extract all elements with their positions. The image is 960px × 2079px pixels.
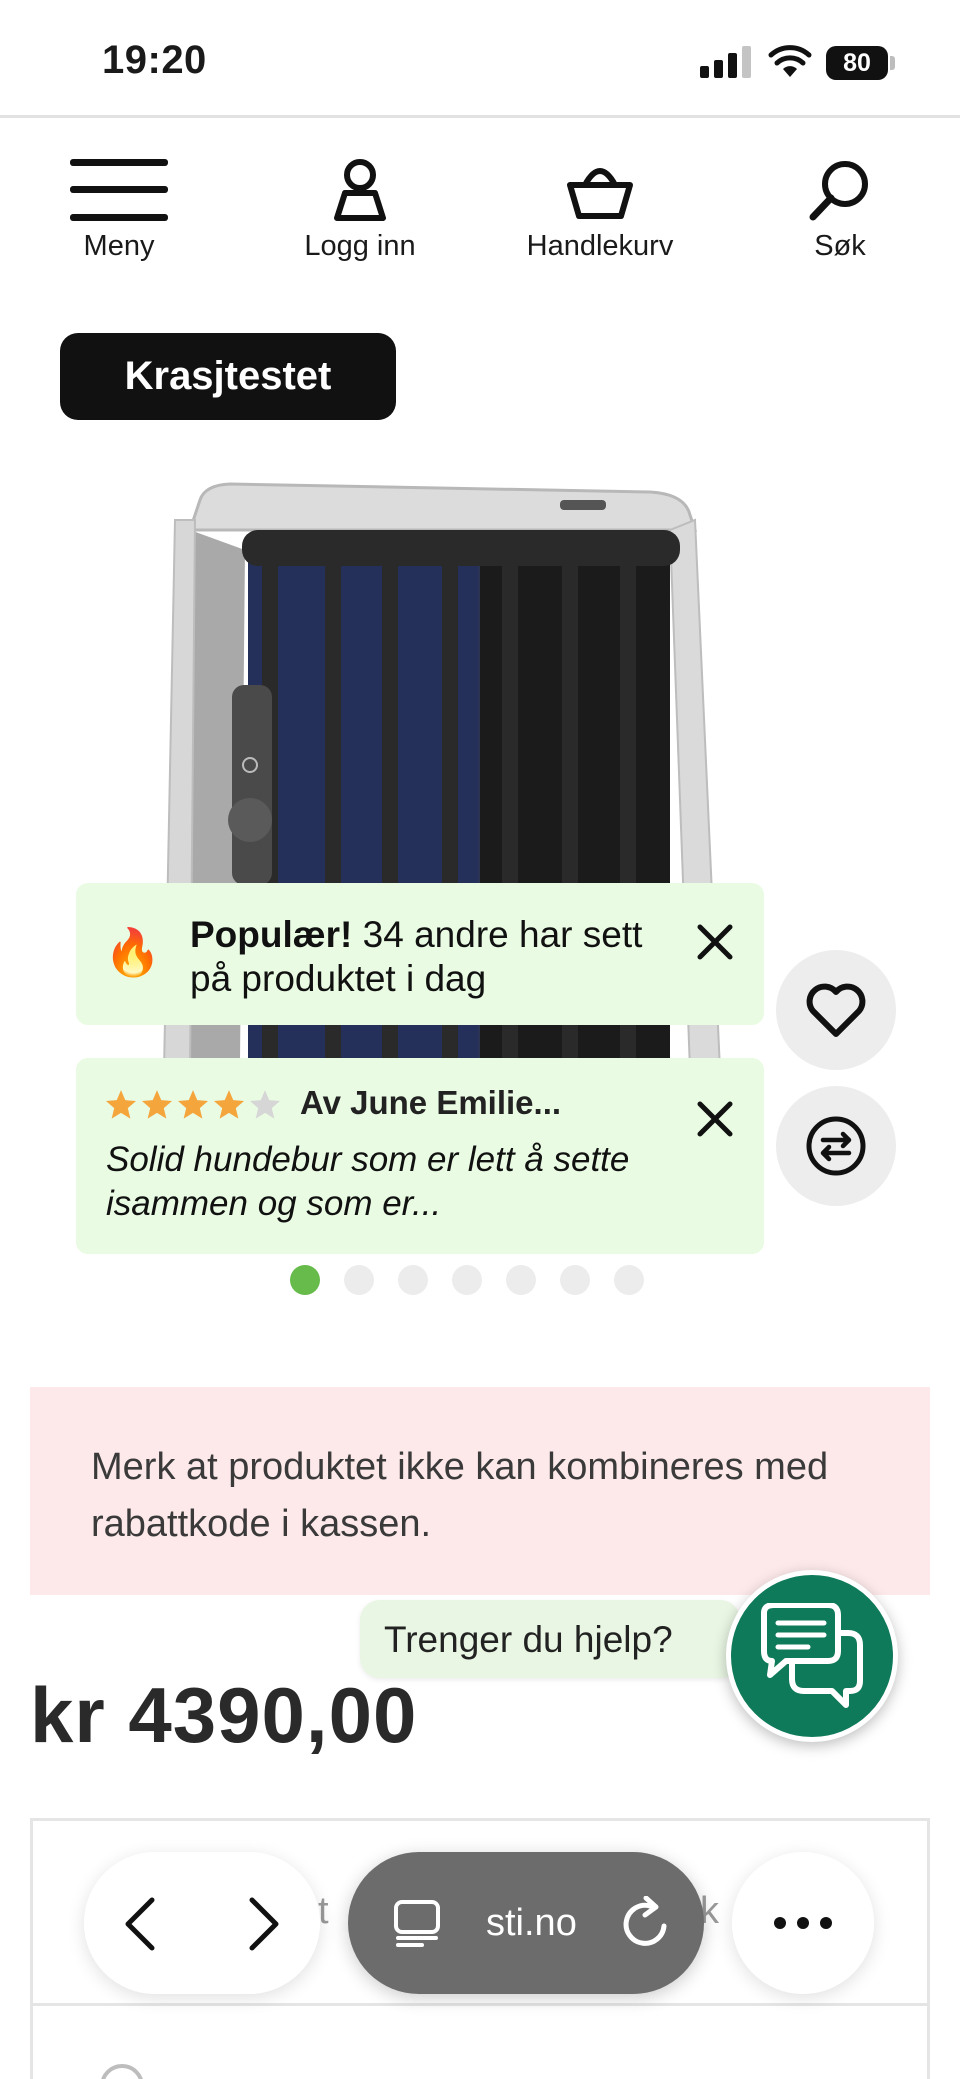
cart-button[interactable]: Handlekurv [500, 150, 700, 263]
chat-bubbles-icon [761, 1603, 863, 1708]
review-text[interactable]: Solid hundebur som er lett å sette isamm… [106, 1138, 646, 1226]
carousel-dot[interactable] [560, 1265, 590, 1295]
header-nav: Meny Logg inn Handlekurv Søk [0, 120, 960, 290]
menu-button[interactable]: Meny [19, 150, 219, 263]
login-button[interactable]: Logg inn [260, 150, 460, 263]
address-bar[interactable]: sti.no [348, 1852, 704, 1994]
cart-label: Handlekurv [526, 230, 674, 262]
hamburger-icon [70, 159, 168, 221]
fire-icon: 🔥 [104, 926, 162, 978]
cell-signal-icon [700, 46, 751, 78]
carousel-dot[interactable] [452, 1265, 482, 1295]
star-icon [249, 1090, 281, 1119]
review-author: Av June Emilie... [300, 1084, 562, 1121]
close-icon[interactable] [694, 1098, 736, 1140]
star-icon [177, 1090, 209, 1119]
star-icon [213, 1090, 245, 1119]
help-bubble[interactable]: Trenger du hjelp? [360, 1600, 740, 1678]
options-divider [30, 2003, 930, 2006]
compare-arrows-icon [806, 1116, 866, 1176]
carousel-dot[interactable] [614, 1265, 644, 1295]
search-icon [809, 161, 868, 221]
chat-button[interactable] [726, 1570, 898, 1742]
more-dots-icon [774, 1917, 832, 1929]
star-icon [105, 1090, 137, 1119]
popular-bold: Populær! [190, 914, 353, 955]
status-time: 19:20 [102, 38, 207, 82]
rating-stars [104, 1088, 282, 1122]
wifi-icon [768, 45, 812, 77]
browser-nav-pill [84, 1852, 320, 1994]
carousel-dot[interactable] [506, 1265, 536, 1295]
forward-arrow-icon[interactable] [246, 1896, 282, 1952]
battery-icon: 80 [826, 46, 896, 80]
search-label: Søk [814, 230, 866, 262]
crash-tested-badge: Krasjtestet [60, 333, 396, 420]
popular-text: Populær! 34 andre har sett på produktet … [190, 913, 660, 1001]
basket-icon [567, 168, 633, 219]
carousel-dot[interactable] [398, 1265, 428, 1295]
carousel-dots [290, 1265, 644, 1295]
battery-level: 80 [826, 46, 888, 80]
carousel-dot[interactable] [344, 1265, 374, 1295]
user-icon [334, 159, 386, 221]
review-toast: Av June Emilie... Solid hundebur som er … [76, 1058, 764, 1254]
back-arrow-icon[interactable] [122, 1896, 158, 1952]
status-bar: 19:20 80 [0, 0, 960, 118]
menu-label: Meny [83, 230, 155, 262]
carousel-dot[interactable] [290, 1265, 320, 1295]
heart-icon [806, 983, 866, 1037]
reload-icon[interactable] [620, 1896, 672, 1950]
popular-toast: 🔥 Populær! 34 andre har sett på produkte… [76, 883, 764, 1025]
close-icon[interactable] [694, 921, 736, 963]
star-icon [141, 1090, 173, 1119]
favorite-button[interactable] [776, 950, 896, 1070]
search-button[interactable]: Søk [740, 150, 940, 263]
product-price: kr 4390,00 [30, 1671, 418, 1759]
url-text: sti.no [486, 1902, 577, 1944]
compare-button[interactable] [776, 1086, 896, 1206]
discount-notice: Merk at produktet ikke kan kombineres me… [30, 1387, 930, 1595]
reader-view-icon[interactable] [392, 1898, 442, 1948]
login-label: Logg inn [304, 230, 416, 262]
more-button[interactable] [732, 1852, 874, 1994]
